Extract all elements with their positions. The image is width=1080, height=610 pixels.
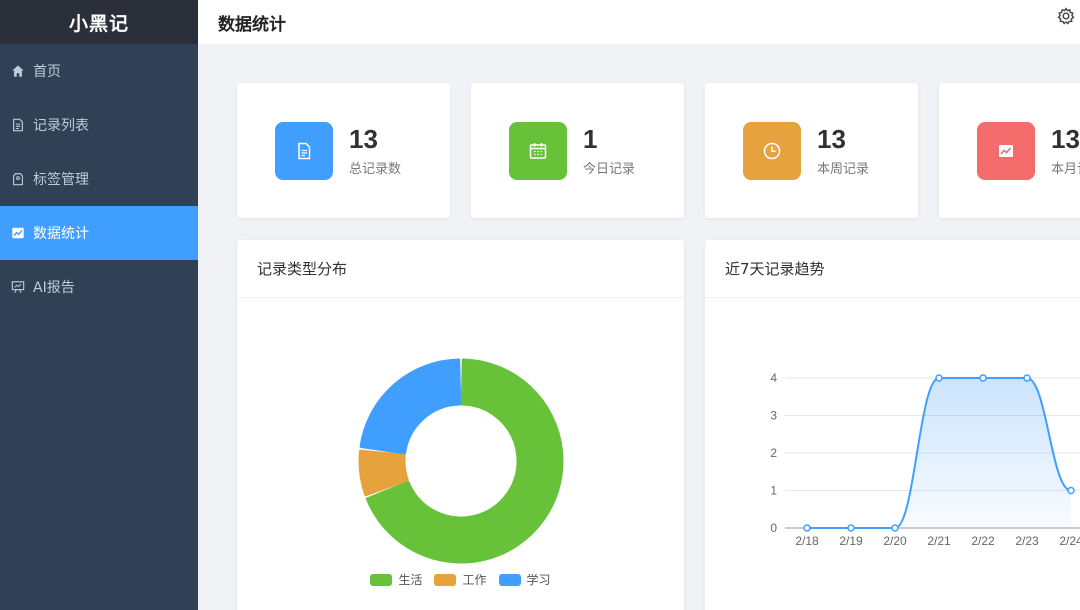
data-point[interactable]	[935, 374, 943, 382]
data-point[interactable]	[891, 524, 899, 532]
stat-label: 本月记	[1051, 162, 1080, 177]
card-title: 记录类型分布	[237, 240, 684, 298]
clock-icon	[743, 121, 801, 180]
y-tick-label: 4	[770, 371, 777, 385]
chart-legend: 生活 工作 学习	[237, 571, 684, 588]
stat-label: 总记录数	[349, 162, 402, 177]
sidebar-item-label: 记录列表	[33, 118, 89, 134]
sidebar-item-label: 数据统计	[33, 226, 89, 242]
legend-item[interactable]: 学习	[498, 571, 551, 588]
legend-label: 生活	[398, 573, 423, 587]
y-tick-label: 3	[770, 409, 777, 423]
legend-label: 工作	[462, 573, 487, 587]
y-tick-label: 0	[770, 521, 777, 535]
donut-slice[interactable]	[359, 358, 462, 455]
page-title: 数据统计	[218, 14, 286, 35]
trend-icon	[977, 121, 1035, 180]
sidebar-item-label: AI报告	[33, 280, 75, 296]
x-tick-label: 2/20	[883, 534, 907, 548]
type-distribution-card: 记录类型分布 生活 工作 学习	[237, 240, 684, 610]
app-logo: 小黑记	[0, 0, 198, 44]
legend-swatch	[370, 573, 393, 586]
x-tick-label: 2/19	[839, 534, 863, 548]
stat-value: 1	[583, 124, 598, 154]
legend-swatch	[498, 573, 521, 586]
chart-icon	[10, 225, 26, 241]
card-title: 近7天记录趋势	[705, 240, 1080, 298]
y-tick-label: 1	[770, 484, 777, 498]
legend-item[interactable]: 工作	[434, 571, 487, 588]
home-icon	[10, 63, 26, 79]
gear-icon[interactable]	[1056, 6, 1076, 26]
sidebar-item-ai-report[interactable]: AI报告	[0, 260, 198, 314]
data-point[interactable]	[803, 524, 811, 532]
tag-icon	[10, 171, 26, 187]
document-icon	[10, 117, 26, 133]
weekly-trend-card: 近7天记录趋势 0 1 2 3 4 2/18 2/19 2/20 2/21 2/22 2/23 2/2…	[705, 240, 1080, 610]
x-tick-label: 2/23	[1015, 534, 1039, 548]
stat-label: 本周记录	[817, 162, 870, 177]
legend-label: 学习	[526, 573, 551, 587]
stat-value: 13	[817, 124, 846, 154]
y-tick-label: 2	[770, 446, 777, 460]
sidebar-item-label: 标签管理	[33, 172, 89, 188]
legend-swatch	[434, 573, 457, 586]
data-point[interactable]	[1023, 374, 1031, 382]
x-tick-label: 2/22	[971, 534, 995, 548]
presentation-icon	[10, 279, 26, 295]
stat-card-month: 13 本月记	[939, 83, 1080, 218]
stat-card-total: 13 总记录数	[237, 83, 450, 218]
sidebar-item-record-list[interactable]: 记录列表	[0, 98, 198, 152]
data-point[interactable]	[979, 374, 987, 382]
data-point[interactable]	[1067, 486, 1075, 495]
stat-value: 13	[1051, 124, 1080, 154]
legend-item[interactable]: 生活	[370, 571, 422, 588]
x-tick-label: 2/24	[1059, 534, 1080, 548]
x-tick-label: 2/18	[795, 534, 819, 548]
sidebar-nav: 首页 记录列表 标签管理 数据统计 AI报告	[0, 44, 198, 314]
sidebar-item-home[interactable]: 首页	[0, 44, 198, 98]
line-chart: 0 1 2 3 4 2/18 2/19 2/20 2/21 2/22 2/23 2/24	[770, 371, 1080, 548]
donut-chart	[358, 358, 564, 564]
stat-value: 13	[349, 124, 378, 154]
sidebar: 小黑记 首页 记录列表 标签管理 数据统计 AI报告	[0, 0, 198, 610]
stat-card-week: 13 本周记录	[705, 83, 918, 218]
stat-label: 今日记录	[583, 162, 636, 177]
sidebar-item-statistics[interactable]: 数据统计	[0, 206, 198, 260]
document-icon	[275, 121, 333, 180]
sidebar-item-tags[interactable]: 标签管理	[0, 152, 198, 206]
page-header: 数据统计	[198, 0, 1080, 44]
calendar-icon	[509, 121, 567, 180]
sidebar-item-label: 首页	[33, 64, 61, 80]
stat-card-today: 1 今日记录	[471, 83, 684, 218]
x-tick-label: 2/21	[927, 534, 951, 548]
data-point[interactable]	[847, 524, 855, 532]
